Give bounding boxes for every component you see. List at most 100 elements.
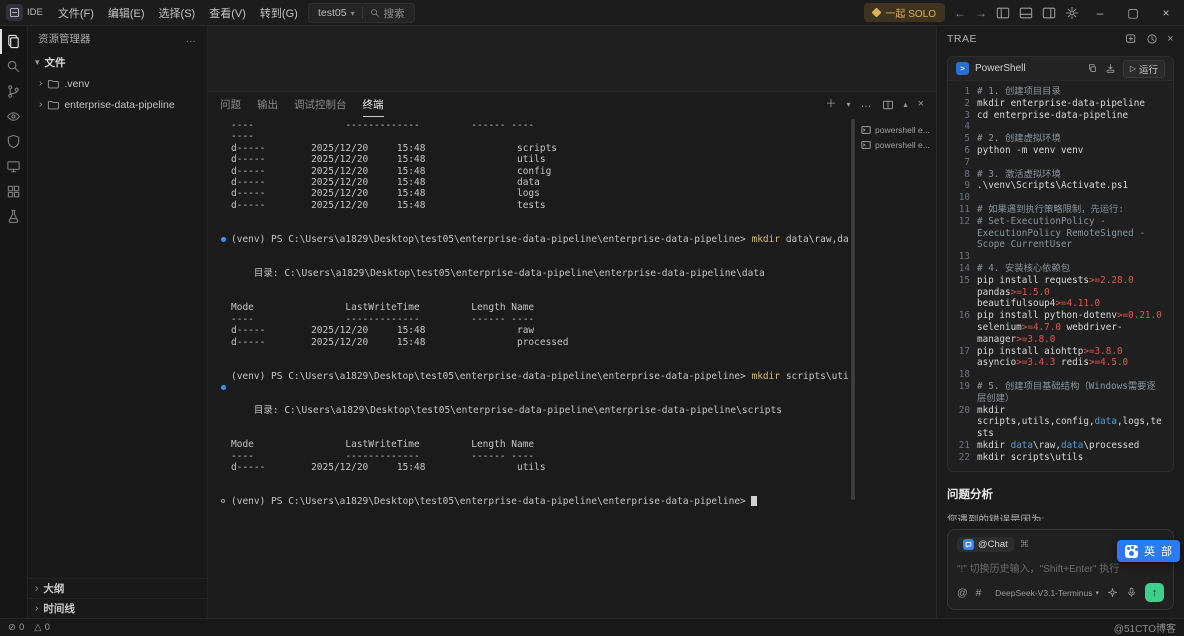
activity-test-flask-icon[interactable] [0,204,28,229]
chevron-right-icon: › [35,603,38,614]
section-files[interactable]: ▾ 文件 [28,51,207,73]
explorer-more-icon[interactable]: … [186,33,198,45]
menu-selection[interactable]: 选择(S) [152,5,203,21]
terminal-line [220,394,849,405]
activity-explorer-icon[interactable] [0,29,28,54]
section-outline[interactable]: › 大纲 [28,578,207,598]
run-code-button[interactable]: ▷ 运行 [1123,60,1165,78]
insert-code-icon[interactable] [1105,63,1116,74]
terminal-line [220,473,849,484]
trae-content[interactable]: > PowerShell ▷ 运行 1# 1. 创建项目目录2mkdir ent… [937,52,1184,521]
settings-gear-icon[interactable] [1065,6,1079,20]
ime-status-badge[interactable]: 英 部 [1117,540,1180,562]
code-line: 19# 5. 创建项目基础结构（Windows需要逐层创建） [956,381,1165,405]
status-errors[interactable]: ⊘ 0 [8,622,24,633]
terminal-output[interactable]: ---- ------------- ------ --------d-----… [208,117,849,618]
history-icon[interactable] [1146,33,1158,45]
split-terminal-icon[interactable] [882,99,894,111]
tab-terminal[interactable]: 终端 [363,92,384,117]
ime-mode: 英 [1144,543,1155,559]
analysis-intro: 您遇到的错误是因为: [947,512,1174,522]
tab-problems[interactable]: 问题 [220,92,241,117]
code-line: 15pip install requests>=2.28.0 pandas>=1… [956,275,1165,310]
section-timeline[interactable]: › 时间线 [28,598,207,618]
activity-security-icon[interactable] [0,129,28,154]
chevron-down-icon: ▾ [351,9,355,18]
maximize-panel-icon[interactable]: ▴ [904,101,908,109]
global-search[interactable]: 搜索 [370,6,405,21]
trae-panel-title: TRAE [947,33,977,45]
terminal-line [220,348,849,359]
trae-ai-panel: TRAE × > PowerShell [936,26,1184,618]
tab-debug-console[interactable]: 调试控制台 [294,92,347,117]
toggle-secondary-sidebar-icon[interactable] [1042,6,1056,20]
maximize-button[interactable]: ▢ [1121,6,1145,20]
terminal-line: d----- 2025/12/20 15:48 raw [220,325,849,336]
activity-remote-monitor-icon[interactable] [0,154,28,179]
code-line: 6python -m venv venv [956,145,1165,157]
terminal-list-item[interactable]: powershell e... [858,122,931,137]
watermark: @51CTO博客 [1114,620,1176,635]
code-line: 4 [956,121,1165,133]
forward-button[interactable]: → [975,6,987,20]
code-line: 1# 1. 创建项目目录 [956,86,1165,98]
context-chip-chat[interactable]: @Chat [957,537,1014,552]
mention-icon[interactable]: @ [957,587,968,599]
chat-input-placeholder[interactable]: "!" 切换历史输入，"Shift+Enter" 执行 [957,560,1164,575]
terminal-icon [861,140,871,150]
terminal-line: Mode LastWriteTime Length Name [220,302,849,313]
toggle-panel-icon[interactable] [1019,6,1033,20]
new-terminal-icon[interactable]: ＋ [826,99,837,110]
code-line: 7 [956,157,1165,169]
editor-group: 问题 输出 调试控制台 终端 ＋ ▾ … ▴ × ---- -- [208,26,936,618]
close-panel-icon[interactable]: × [1167,33,1174,45]
terminal-scrollbar[interactable] [849,117,856,618]
terminal-line [220,485,849,496]
toggle-sidebar-icon[interactable] [996,6,1010,20]
close-panel-icon[interactable]: × [918,99,924,110]
terminal-line: d----- 2025/12/20 15:48 data [220,177,849,188]
send-button[interactable]: ↑ [1145,583,1164,602]
chevron-right-icon: › [39,78,42,89]
analysis-title: 问题分析 [947,486,1174,502]
more-actions-icon[interactable]: … [861,99,872,110]
explorer-title: 资源管理器 [38,31,91,46]
tree-item-enterprise-data-pipeline[interactable]: › enterprise-data-pipeline [28,94,207,115]
spark-icon [872,8,882,18]
mic-icon[interactable] [1126,587,1137,598]
terminal-line: ---- ------------- ------ ---- [220,314,849,325]
model-selector[interactable]: DeepSeek-V3.1-Terminus ▾ [995,588,1099,598]
terminal-line: d----- 2025/12/20 15:48 scripts [220,143,849,154]
sparkle-icon[interactable] [1107,587,1118,598]
terminal-line: (venv) PS C:\Users\a1829\Desktop\test05\… [220,496,849,507]
menu-goto[interactable]: 转到(G) [253,5,305,21]
activity-search-icon[interactable] [0,54,28,79]
status-warnings[interactable]: △ 0 [34,622,50,633]
terminal-profile-chevron-icon[interactable]: ▾ [847,101,851,109]
menu-view[interactable]: 查看(V) [202,5,253,21]
ime-secondary: 部 [1161,543,1172,559]
code-line: 5# 2. 创建虚拟环境 [956,133,1165,145]
tab-output[interactable]: 输出 [257,92,278,117]
close-button[interactable]: × [1154,6,1178,20]
activity-source-control-icon[interactable] [0,79,28,104]
code-lines[interactable]: 1# 1. 创建项目目录2mkdir enterprise-data-pipel… [948,81,1173,471]
project-switcher[interactable]: test05 ▾ [318,7,355,19]
menu-edit[interactable]: 编辑(E) [101,5,152,21]
back-button[interactable]: ← [954,6,966,20]
copy-code-icon[interactable] [1087,63,1098,74]
app-logo-icon[interactable] [6,4,23,21]
code-line: 12# Set-ExecutionPolicy -ExecutionPolicy… [956,216,1165,251]
hash-context-icon[interactable]: # [976,587,982,599]
command-executed-dot [221,385,226,390]
activity-extensions-icon[interactable] [0,179,28,204]
terminal-list-item[interactable]: powershell e... [858,137,931,152]
minimize-button[interactable]: – [1088,6,1112,20]
activity-watch-icon[interactable] [0,104,28,129]
new-chat-icon[interactable] [1125,33,1137,45]
terminal-line [220,428,849,439]
menu-file[interactable]: 文件(F) [51,5,101,21]
solo-badge[interactable]: 一起 SOLO [864,3,945,22]
tree-item-venv[interactable]: › .venv [28,73,207,94]
code-line: 22mkdir scripts\utils [956,452,1165,464]
